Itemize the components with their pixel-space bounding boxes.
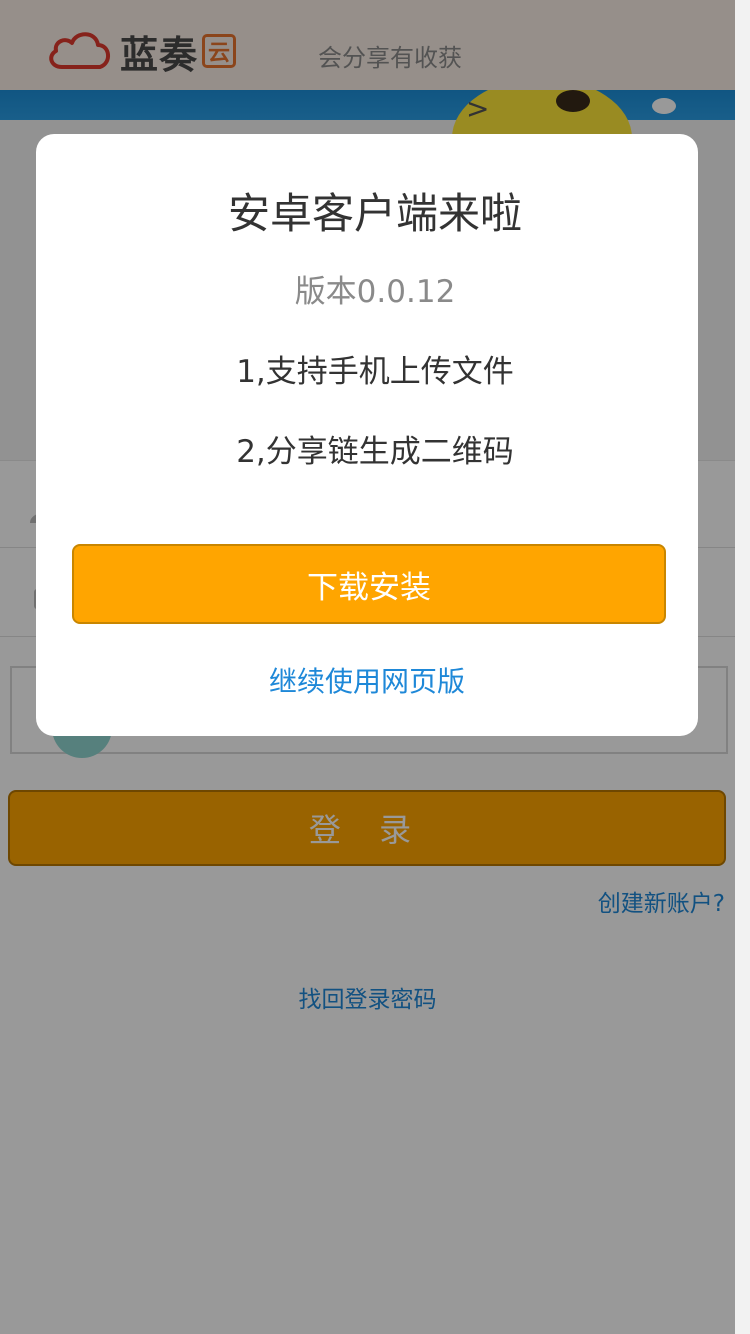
continue-web-link[interactable]: 继续使用网页版 (0, 660, 734, 700)
dialog-version: 版本0.0.12 (294, 274, 456, 310)
download-install-button[interactable]: 下载安装 (72, 544, 666, 624)
feature-item: 1,支持手机上传文件 (236, 354, 514, 390)
feature-item: 2,分享链生成二维码 (236, 434, 514, 470)
dialog-title: 安卓客户端来啦 (227, 189, 522, 238)
